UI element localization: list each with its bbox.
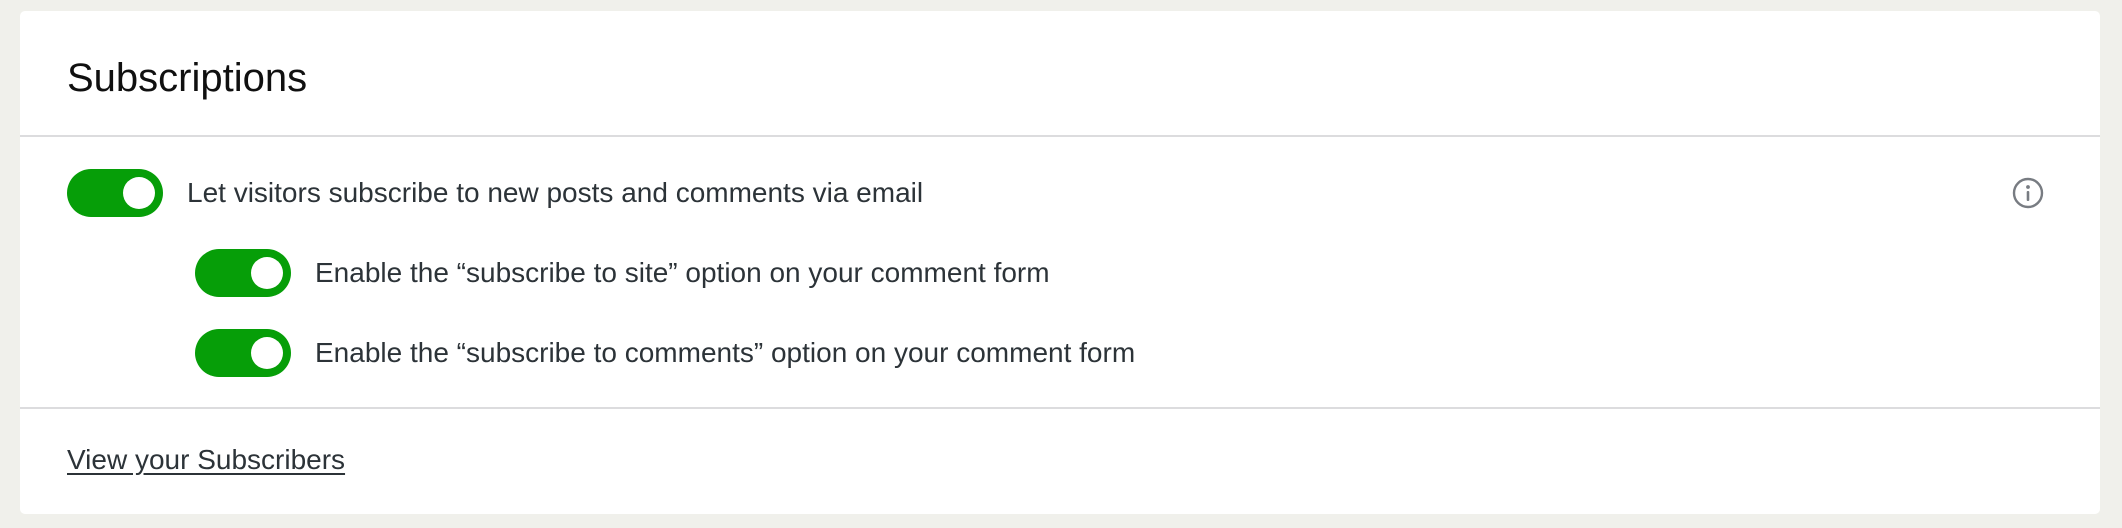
subscribe-email-label: Let visitors subscribe to new posts and … bbox=[187, 177, 924, 208]
subscriptions-card: Subscriptions Let visitors subscribe to … bbox=[20, 11, 2100, 514]
header-divider bbox=[20, 135, 2100, 137]
toggle-knob bbox=[251, 257, 283, 289]
info-icon[interactable] bbox=[2012, 177, 2044, 209]
footer-divider bbox=[20, 407, 2100, 409]
setting-row-subscribe-email: Let visitors subscribe to new posts and … bbox=[67, 169, 923, 217]
toggle-knob bbox=[123, 177, 155, 209]
subscribe-comments-toggle[interactable] bbox=[195, 329, 291, 377]
subscribe-site-toggle[interactable] bbox=[195, 249, 291, 297]
subscribe-email-toggle[interactable] bbox=[67, 169, 163, 217]
toggle-knob bbox=[251, 337, 283, 369]
setting-row-subscribe-comments: Enable the “subscribe to comments” optio… bbox=[195, 329, 1135, 377]
subscribe-comments-label: Enable the “subscribe to comments” optio… bbox=[315, 337, 1136, 368]
subscribe-site-label: Enable the “subscribe to site” option on… bbox=[315, 257, 1050, 288]
setting-row-subscribe-site: Enable the “subscribe to site” option on… bbox=[195, 249, 1050, 297]
card-title: Subscriptions bbox=[67, 56, 308, 100]
view-subscribers-link[interactable]: View your Subscribers bbox=[67, 444, 345, 476]
